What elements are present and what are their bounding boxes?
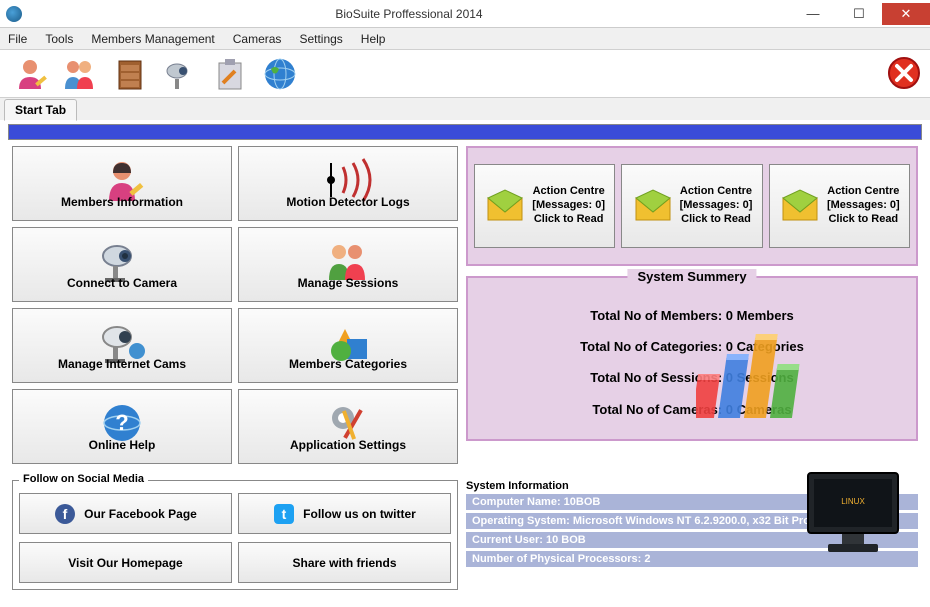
toolbar-close-icon[interactable] [886, 55, 924, 93]
toolbar-members-group-icon[interactable] [56, 53, 104, 95]
svg-text:LINUX: LINUX [841, 497, 865, 506]
action-centre-button-1[interactable]: Action Centre[Messages: 0]Click to Read [474, 164, 615, 248]
toolbar-member-edit-icon[interactable] [6, 53, 54, 95]
minimize-button[interactable]: — [790, 3, 836, 25]
label: Members Categories [289, 357, 407, 371]
members-categories-button[interactable]: Members Categories [238, 308, 458, 383]
manage-sessions-button[interactable]: Manage Sessions [238, 227, 458, 302]
titlebar: BioSuite Proffessional 2014 — ☐ ✕ [0, 0, 930, 28]
summary-sessions: Total No of Sessions: 0 Sessions [478, 362, 906, 393]
connect-to-camera-button[interactable]: Connect to Camera [12, 227, 232, 302]
summary-members: Total No of Members: 0 Members [478, 300, 906, 331]
menu-settings[interactable]: Settings [299, 32, 342, 46]
summary-cameras: Total No of Cameras: 0 Cameras [478, 394, 906, 425]
label: Connect to Camera [67, 276, 177, 290]
maximize-button[interactable]: ☐ [836, 3, 882, 25]
blue-separator [8, 124, 922, 140]
facebook-button[interactable]: f Our Facebook Page [19, 493, 232, 534]
action-centre-button-2[interactable]: Action Centre[Messages: 0]Click to Read [621, 164, 762, 248]
tabstrip: Start Tab [0, 98, 930, 120]
menu-help[interactable]: Help [361, 32, 386, 46]
envelope-icon [484, 188, 526, 224]
social-media-panel: Follow on Social Media f Our Facebook Pa… [12, 480, 458, 590]
monitor-icon: LINUX [798, 468, 908, 558]
toolbar-globe-icon[interactable] [256, 53, 304, 95]
twitter-icon: t [273, 503, 295, 525]
svg-text:f: f [63, 506, 68, 522]
menu-cameras[interactable]: Cameras [233, 32, 282, 46]
label: Motion Detector Logs [286, 195, 409, 209]
menu-tools[interactable]: Tools [45, 32, 73, 46]
label: Application Settings [290, 438, 406, 452]
label: Members Information [61, 195, 183, 209]
action-centre-button-3[interactable]: Action Centre[Messages: 0]Click to Read [769, 164, 910, 248]
toolbar-clipboard-icon[interactable] [206, 53, 254, 95]
menubar: File Tools Members Management Cameras Se… [0, 28, 930, 50]
tab-start[interactable]: Start Tab [4, 99, 77, 121]
system-summary-panel: System Summery Total No of Members: 0 Me… [466, 276, 918, 441]
bar-chart-icon [696, 318, 806, 418]
homepage-button[interactable]: Visit Our Homepage [19, 542, 232, 583]
label: Manage Internet Cams [58, 357, 186, 371]
close-button[interactable]: ✕ [882, 3, 930, 25]
menu-file[interactable]: File [8, 32, 27, 46]
share-button[interactable]: Share with friends [238, 542, 451, 583]
label: Online Help [89, 438, 156, 452]
application-settings-button[interactable]: Application Settings [238, 389, 458, 464]
summary-categories: Total No of Categories: 0 Categories [478, 331, 906, 362]
app-icon [6, 6, 22, 22]
svg-text:t: t [282, 506, 287, 522]
svg-text:?: ? [115, 410, 128, 435]
online-help-button[interactable]: ? Online Help [12, 389, 232, 464]
system-information-panel: System Information Computer Name: 10BOB … [466, 480, 918, 590]
toolbar-camera-icon[interactable] [156, 53, 204, 95]
label: Manage Sessions [298, 276, 399, 290]
action-centre-panel: Action Centre[Messages: 0]Click to Read … [466, 146, 918, 266]
manage-internet-cams-button[interactable]: Manage Internet Cams [12, 308, 232, 383]
members-information-button[interactable]: Members Information [12, 146, 232, 221]
envelope-icon [779, 188, 821, 224]
social-legend: Follow on Social Media [19, 473, 148, 485]
menu-members[interactable]: Members Management [91, 32, 214, 46]
facebook-icon: f [54, 503, 76, 525]
twitter-button[interactable]: t Follow us on twitter [238, 493, 451, 534]
toolbar-cabinet-icon[interactable] [106, 53, 154, 95]
window-title: BioSuite Proffessional 2014 [28, 7, 790, 21]
envelope-icon [632, 188, 674, 224]
toolbar [0, 50, 930, 98]
motion-detector-logs-button[interactable]: Motion Detector Logs [238, 146, 458, 221]
